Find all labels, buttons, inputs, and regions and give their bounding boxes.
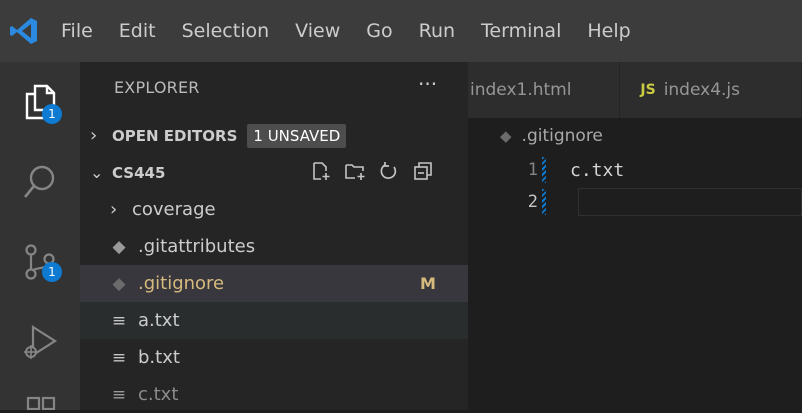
unsaved-badge: 1 UNSAVED (247, 123, 347, 148)
explorer-badge: 1 (42, 104, 62, 124)
menu-edit[interactable]: Edit (106, 0, 169, 62)
new-file-icon[interactable] (310, 160, 332, 182)
tab-label: index4.js (663, 80, 740, 100)
activity-explorer[interactable]: 1 (0, 62, 80, 142)
tree-item-c-txt[interactable]: ≡ c.txt (80, 376, 468, 413)
menu-go[interactable]: Go (353, 0, 405, 62)
line-number: 1 (527, 160, 538, 180)
tree-item-gitattributes[interactable]: ◆ .gitattributes (80, 228, 468, 265)
open-editors-section[interactable]: › OPEN EDITORS 1 UNSAVED (80, 117, 468, 154)
explorer-sidebar: EXPLORER ··· › OPEN EDITORS 1 UNSAVED ⌄ … (80, 62, 468, 410)
scm-badge: 1 (42, 262, 62, 282)
open-editors-label: OPEN EDITORS (112, 126, 238, 145)
git-status-modified: M (420, 274, 436, 293)
chevron-down-icon: ⌄ (90, 163, 104, 182)
new-folder-icon[interactable] (344, 160, 366, 182)
git-file-icon: ◆ (500, 127, 512, 145)
file-label: c.txt (138, 384, 179, 405)
file-label: .gitattributes (138, 236, 256, 257)
tree-item-coverage[interactable]: › coverage (80, 191, 468, 228)
breadcrumb-file[interactable]: .gitignore (522, 126, 603, 146)
explorer-header: EXPLORER ··· (80, 62, 468, 112)
menu-run[interactable]: Run (406, 0, 468, 62)
tab-label: index1.html (470, 80, 572, 100)
menu-bar: File Edit Selection View Go Run Terminal… (48, 0, 644, 62)
code-line-2[interactable]: 2 (468, 187, 802, 217)
editor-tabs: index1.html JS index4.js (468, 62, 802, 118)
tab-index4-js[interactable]: JS index4.js (620, 62, 802, 118)
menu-file[interactable]: File (48, 0, 106, 62)
tree-item-b-txt[interactable]: ≡ b.txt (80, 339, 468, 376)
folder-actions (310, 160, 434, 182)
file-label: a.txt (138, 310, 180, 331)
activity-bar: 1 1 (0, 62, 80, 410)
added-line-marker (542, 157, 546, 183)
js-file-icon: JS (640, 82, 656, 98)
tab-index1-html[interactable]: index1.html (468, 62, 621, 118)
folder-section-cs445[interactable]: ⌄ CS445 (80, 154, 468, 191)
git-file-icon: ◆ (112, 273, 126, 294)
file-label: coverage (132, 199, 216, 220)
text-file-icon: ≡ (111, 384, 127, 405)
tree-item-gitignore[interactable]: ◆ .gitignore M (80, 265, 468, 302)
activity-run-debug[interactable] (0, 302, 80, 382)
git-file-icon: ◆ (112, 236, 126, 257)
menu-terminal[interactable]: Terminal (468, 0, 574, 62)
run-debug-icon (24, 324, 58, 359)
chevron-right-icon: › (90, 125, 98, 146)
menu-view[interactable]: View (282, 0, 353, 62)
folder-label: CS445 (112, 163, 166, 182)
breadcrumb: ◆ .gitignore (500, 126, 603, 146)
tree-item-a-txt[interactable]: ≡ a.txt (80, 302, 468, 339)
menu-help[interactable]: Help (574, 0, 643, 62)
text-file-icon: ≡ (111, 347, 127, 368)
refresh-icon[interactable] (378, 160, 400, 182)
code-text: c.txt (570, 159, 625, 181)
file-label: b.txt (138, 347, 180, 368)
title-bar: File Edit Selection View Go Run Terminal… (0, 0, 802, 62)
added-line-marker (542, 189, 546, 215)
activity-search[interactable] (0, 142, 80, 222)
chevron-right-icon: › (110, 199, 118, 220)
activity-extensions[interactable] (0, 382, 80, 410)
extensions-icon (26, 396, 56, 410)
code-line-1[interactable]: 1 c.txt (468, 155, 802, 185)
more-actions-button[interactable]: ··· (418, 72, 437, 96)
file-label: .gitignore (138, 273, 225, 294)
explorer-title: EXPLORER (114, 78, 200, 97)
menu-selection[interactable]: Selection (169, 0, 283, 62)
line-number: 2 (527, 192, 538, 212)
search-icon (23, 165, 55, 198)
editor-area[interactable]: ◆ .gitignore 1 c.txt 2 (468, 118, 802, 410)
vscode-logo-icon (0, 0, 48, 62)
activity-source-control[interactable]: 1 (0, 222, 80, 302)
collapse-all-icon[interactable] (412, 160, 434, 182)
text-file-icon: ≡ (111, 310, 127, 331)
